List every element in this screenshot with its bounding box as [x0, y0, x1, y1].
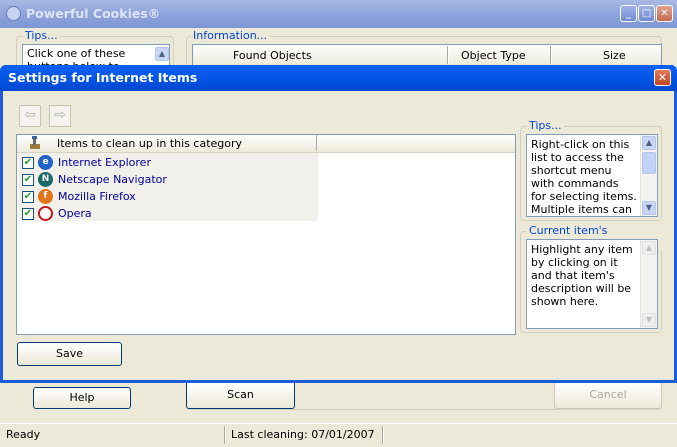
save-button[interactable]: Save — [17, 342, 122, 366]
status-divider — [382, 426, 384, 444]
list-item-label: Internet Explorer — [58, 156, 151, 169]
information-label: Information... — [191, 29, 270, 42]
checkbox[interactable]: ✔ — [22, 208, 34, 220]
column-divider — [316, 135, 318, 151]
dialog-tips-text-content: Right-click on this list to access the s… — [531, 138, 637, 216]
tips-scrollbar[interactable]: ▲ ▼ — [640, 135, 657, 216]
column-object-type[interactable]: Object Type — [461, 49, 526, 62]
close-button[interactable]: ✕ — [656, 5, 673, 22]
items-list[interactable]: Items to clean up in this category ✔ e I… — [16, 134, 516, 335]
main-tips-text: Click one of these buttons below to ▲ — [22, 44, 170, 66]
found-objects-header: Found Objects Object Type Size — [193, 45, 661, 65]
column-divider — [447, 46, 449, 64]
main-title-bar: Powerful Cookies® _ □ ✕ — [0, 0, 677, 28]
scroll-up-arrow[interactable]: ▲ — [642, 136, 656, 150]
netscape-icon: N — [38, 172, 53, 187]
list-item[interactable]: ✔ Opera — [22, 206, 332, 223]
status-ready: Ready — [6, 428, 41, 441]
list-item[interactable]: ✔ e Internet Explorer — [22, 155, 332, 172]
scroll-up-arrow[interactable]: ▲ — [642, 241, 656, 255]
help-button[interactable]: Help — [33, 387, 131, 409]
status-divider — [224, 426, 226, 444]
scroll-down-arrow[interactable]: ▼ — [642, 313, 656, 327]
items-list-header: Items to clean up in this category — [17, 135, 515, 153]
scroll-down-arrow[interactable]: ▼ — [642, 201, 656, 215]
dialog-body: ⇦ ⇨ Items to clean up in this category ✔… — [3, 91, 674, 380]
items-list-header-label[interactable]: Items to clean up in this category — [57, 137, 242, 150]
list-item-label: Netscape Navigator — [58, 173, 167, 186]
main-tips-label: Tips... — [23, 29, 60, 42]
maximize-button[interactable]: □ — [638, 5, 655, 22]
description-text-content: Highlight any item by clicking on it and… — [531, 243, 633, 308]
status-bar: Ready Last cleaning: 07/01/2007 — [0, 423, 677, 447]
dialog-tips-label: Tips... — [527, 119, 564, 132]
settings-dialog: Settings for Internet Items ✕ ⇦ ⇨ Items … — [0, 65, 677, 383]
scan-button[interactable]: Scan — [186, 381, 295, 409]
cookie-icon — [6, 6, 21, 21]
window-title: Powerful Cookies® — [26, 6, 161, 21]
dialog-close-button[interactable]: ✕ — [654, 69, 671, 86]
cancel-button[interactable]: Cancel — [554, 381, 662, 409]
dialog-tips-text: Right-click on this list to access the s… — [526, 134, 658, 217]
checkbox[interactable]: ✔ — [22, 157, 34, 169]
checkbox[interactable]: ✔ — [22, 191, 34, 203]
minimize-button[interactable]: _ — [620, 5, 637, 22]
main-tips-text-content: Click one of these buttons below to — [27, 47, 126, 65]
arrow-left-icon[interactable]: ⇦ — [19, 105, 41, 127]
dialog-title: Settings for Internet Items — [8, 70, 198, 85]
list-item-label: Mozilla Firefox — [58, 190, 136, 203]
dialog-title-bar[interactable]: Settings for Internet Items ✕ — [0, 65, 677, 91]
broom-icon — [29, 136, 43, 150]
scroll-up-arrow[interactable]: ▲ — [155, 47, 169, 61]
internet-explorer-icon: e — [38, 155, 53, 170]
list-item-label: Opera — [58, 207, 92, 220]
description-text: Highlight any item by clicking on it and… — [526, 239, 658, 329]
checkbox[interactable]: ✔ — [22, 174, 34, 186]
column-found-objects[interactable]: Found Objects — [233, 49, 312, 62]
opera-icon — [38, 206, 53, 221]
description-scrollbar[interactable]: ▲ ▼ — [640, 240, 657, 328]
list-item[interactable]: ✔ N Netscape Navigator — [22, 172, 332, 189]
status-last-cleaning: Last cleaning: 07/01/2007 — [231, 428, 375, 441]
column-divider — [550, 46, 552, 64]
found-objects-list[interactable]: Found Objects Object Type Size — [192, 44, 662, 66]
list-item[interactable]: ✔ f Mozilla Firefox — [22, 189, 332, 206]
column-size[interactable]: Size — [603, 49, 626, 62]
arrow-right-icon[interactable]: ⇨ — [49, 105, 71, 127]
firefox-icon: f — [38, 189, 53, 204]
scroll-thumb[interactable] — [642, 152, 656, 174]
